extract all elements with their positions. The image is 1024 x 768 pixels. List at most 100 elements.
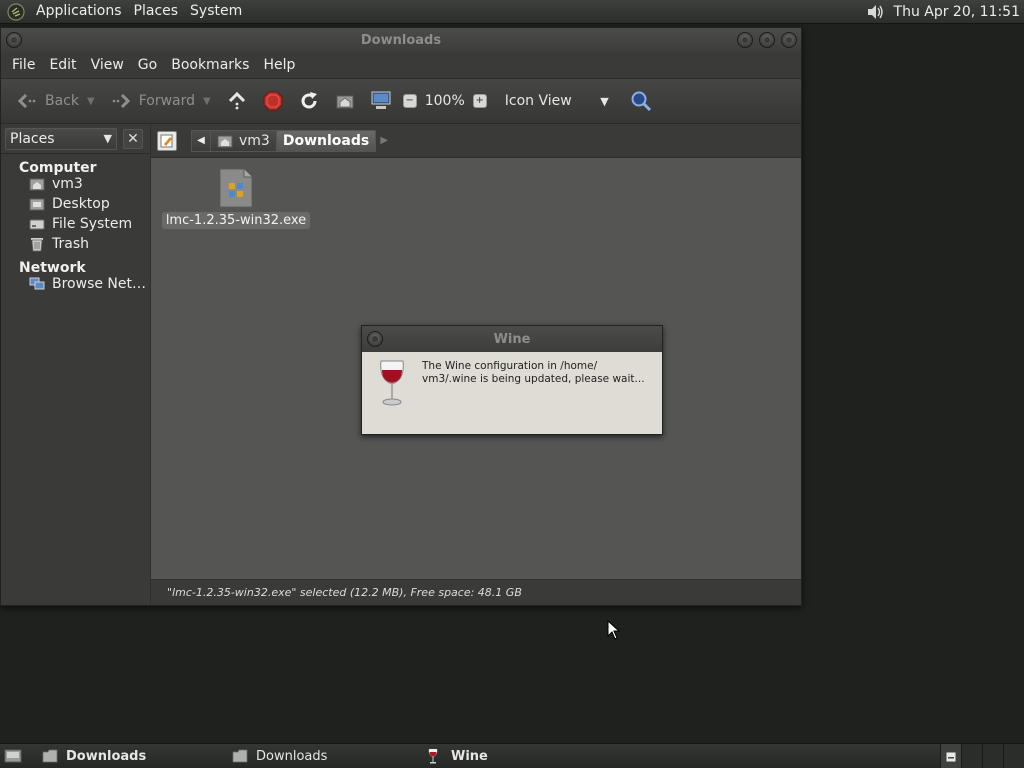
up-button[interactable] xyxy=(219,85,255,117)
dialog-title: Wine xyxy=(493,331,531,347)
zoom-in-icon[interactable]: + xyxy=(472,94,487,108)
sidebar-item-browse-network[interactable]: Browse Net… xyxy=(1,274,150,294)
search-icon xyxy=(629,89,653,113)
stop-icon xyxy=(261,89,285,113)
top-panel: Applications Places System Thu Apr 20, 1… xyxy=(0,0,1024,24)
file-item[interactable]: lmc-1.2.35-win32.exe xyxy=(161,168,311,229)
stop-button[interactable] xyxy=(255,85,291,117)
status-bar: "lmc-1.2.35-win32.exe" selected (12.2 MB… xyxy=(151,579,801,605)
zoom-out-icon[interactable]: − xyxy=(402,94,417,108)
close-button[interactable] xyxy=(781,32,797,48)
menu-edit[interactable]: Edit xyxy=(42,57,83,73)
window-title: Downloads xyxy=(360,32,442,48)
menubar: File Edit View Go Bookmarks Help xyxy=(1,52,801,78)
zoom-level: 100% xyxy=(424,93,465,109)
computer-icon xyxy=(369,89,393,113)
sidebar-heading-computer: Computer xyxy=(19,160,97,176)
applications-menu[interactable]: Applications xyxy=(30,0,128,24)
sidebar-item-trash[interactable]: Trash xyxy=(1,234,150,254)
maximize-button[interactable] xyxy=(759,32,775,48)
wine-dialog: Wine The Wine configuration in /home/ vm… xyxy=(361,325,663,435)
desktop-folder-icon xyxy=(29,196,45,212)
system-menu[interactable]: System xyxy=(184,0,248,24)
chevron-left-icon[interactable]: ◀ xyxy=(191,129,211,152)
chevron-down-icon: ▼ xyxy=(600,94,609,108)
forward-history-dropdown-icon[interactable]: ▼ xyxy=(203,96,211,107)
chevron-right-icon[interactable]: ▶ xyxy=(376,130,392,152)
workspace-4[interactable] xyxy=(1003,744,1024,768)
computer-button[interactable] xyxy=(363,85,399,117)
home-button[interactable] xyxy=(327,85,363,117)
sidebar-item-file-system[interactable]: File System xyxy=(1,214,150,234)
close-icon[interactable]: ✕ xyxy=(123,128,143,149)
home-folder-icon xyxy=(333,89,357,113)
workspace-switcher xyxy=(940,744,1024,768)
back-button[interactable]: Back xyxy=(9,85,85,117)
status-text: "lmc-1.2.35-win32.exe" selected (12.2 MB… xyxy=(167,586,522,599)
window-menu-button[interactable] xyxy=(367,331,383,347)
reload-button[interactable] xyxy=(291,85,327,117)
view-mode-value: Icon View xyxy=(504,93,572,109)
home-folder-icon xyxy=(29,176,45,192)
back-history-dropdown-icon[interactable]: ▼ xyxy=(87,96,95,107)
workspace-2[interactable] xyxy=(961,744,982,768)
minimize-button[interactable] xyxy=(737,32,753,48)
folder-icon xyxy=(42,748,58,764)
toolbar: Back ▼ Forward ▼ − 100% + Icon View ▼ xyxy=(1,78,801,124)
workspace-3[interactable] xyxy=(982,744,1003,768)
forward-button[interactable]: Forward xyxy=(103,85,201,117)
window-titlebar[interactable]: Downloads xyxy=(1,28,801,52)
view-mode-select[interactable]: Icon View ▼ xyxy=(497,93,609,109)
sidebar-header: Places ▼ ✕ xyxy=(1,124,150,154)
window-menu-button[interactable] xyxy=(6,32,22,48)
mouse-pointer-icon xyxy=(607,620,621,640)
reload-icon xyxy=(297,89,321,113)
menu-view[interactable]: View xyxy=(84,57,131,73)
taskbar-item-label: Downloads xyxy=(66,748,147,764)
menu-help[interactable]: Help xyxy=(256,57,302,73)
taskbar-item-wine[interactable]: Wine xyxy=(421,744,488,768)
sidebar-item-label: Browse Net… xyxy=(52,276,147,292)
places-menu[interactable]: Places xyxy=(128,0,185,24)
crumb-label: Downloads xyxy=(282,132,370,149)
path-bar: ◀ vm3 Downloads ▶ xyxy=(151,124,801,158)
sidebar-item-desktop[interactable]: Desktop xyxy=(1,194,150,214)
forward-arrow-icon xyxy=(109,89,133,113)
taskbar-item-downloads-2[interactable]: Downloads xyxy=(226,744,421,768)
taskbar-item-label: Downloads xyxy=(256,748,328,764)
sidebar-selector-value: Places xyxy=(10,130,55,147)
dialog-titlebar[interactable]: Wine xyxy=(362,326,662,352)
panel-tray: Thu Apr 20, 11:51 xyxy=(864,0,1024,24)
crumb-label: vm3 xyxy=(239,132,270,149)
menu-bookmarks[interactable]: Bookmarks xyxy=(164,57,256,73)
gnome-foot-icon[interactable] xyxy=(6,2,26,22)
dialog-message-line: The Wine configuration in /home/ xyxy=(422,360,598,372)
taskbar-item-label: Wine xyxy=(451,748,488,764)
show-desktop-icon[interactable] xyxy=(2,745,24,767)
volume-icon[interactable] xyxy=(864,1,886,23)
sidebar-item-vm3[interactable]: vm3 xyxy=(1,174,150,194)
sidebar-item-label: File System xyxy=(52,216,133,232)
forward-label: Forward xyxy=(138,93,196,109)
workspace-1[interactable] xyxy=(940,744,961,768)
executable-file-icon xyxy=(218,168,254,208)
menu-go[interactable]: Go xyxy=(131,57,164,73)
sidebar-selector[interactable]: Places ▼ xyxy=(5,127,117,150)
crumb-vm3[interactable]: vm3 xyxy=(211,129,277,152)
back-label: Back xyxy=(45,93,79,109)
wine-glass-icon xyxy=(376,358,408,408)
wine-glass-icon xyxy=(427,748,443,764)
dialog-body: The Wine configuration in /home/ vm3/.wi… xyxy=(362,352,662,434)
crumb-downloads[interactable]: Downloads xyxy=(276,129,377,152)
clock[interactable]: Thu Apr 20, 11:51 xyxy=(894,4,1020,20)
file-manager-window: Downloads File Edit View Go Bookmarks He… xyxy=(0,27,802,606)
search-button[interactable] xyxy=(623,85,659,117)
edit-location-icon[interactable] xyxy=(157,130,177,151)
sidebar-item-label: vm3 xyxy=(52,176,83,192)
dialog-message: The Wine configuration in /home/ vm3/.wi… xyxy=(422,358,645,434)
trash-icon xyxy=(29,236,45,252)
drive-icon xyxy=(29,216,45,232)
taskbar-item-downloads[interactable]: Downloads xyxy=(36,744,226,768)
folder-icon xyxy=(232,748,248,764)
menu-file[interactable]: File xyxy=(5,57,42,73)
